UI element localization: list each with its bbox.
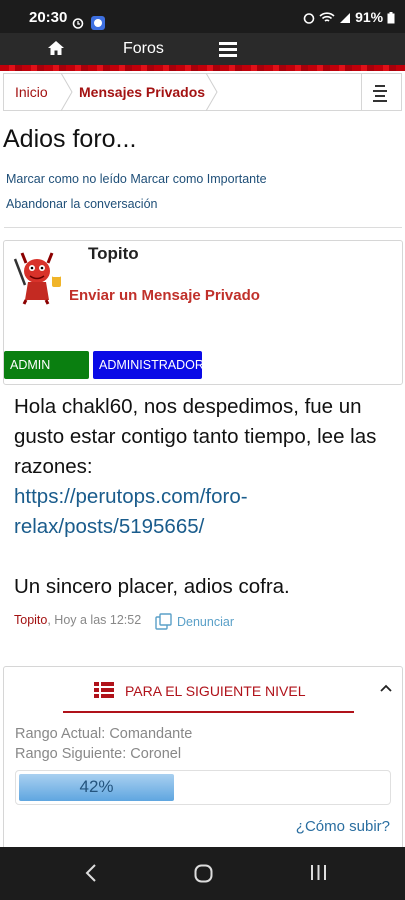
rank-progress-bar: 42% bbox=[15, 770, 391, 805]
post-body: Hola chakl60, nos despedimos, fue un gus… bbox=[14, 392, 394, 602]
post-timestamp: , Hoy a las 12:52 bbox=[47, 613, 142, 627]
chevron-right-icon bbox=[60, 73, 73, 111]
badge-administrator: ADMINISTRADOR bbox=[93, 351, 204, 379]
alarm-icon bbox=[72, 17, 84, 29]
battery-level: 91% bbox=[355, 9, 384, 25]
back-icon[interactable] bbox=[85, 864, 97, 882]
post-author[interactable]: Topito bbox=[14, 613, 47, 627]
mark-unread-link[interactable]: Marcar como no leído bbox=[6, 172, 127, 186]
report-icon bbox=[155, 613, 172, 630]
report-button[interactable]: Denunciar bbox=[155, 613, 234, 630]
chevron-up-icon[interactable] bbox=[380, 683, 392, 693]
chevron-right-icon bbox=[205, 73, 218, 111]
leave-conversation-link[interactable]: Abandonar la conversación bbox=[6, 197, 158, 211]
breadcrumb-home[interactable]: Inicio bbox=[15, 84, 48, 100]
breadcrumb-menu-button[interactable] bbox=[361, 74, 402, 110]
home-icon[interactable] bbox=[47, 40, 65, 56]
rank-progress-label: 42% bbox=[79, 777, 114, 796]
rank-panel: PARA EL SIGUIENTE NIVEL Rango Actual: Co… bbox=[3, 666, 403, 856]
battery-icon bbox=[387, 12, 395, 24]
post-meta: Topito, Hoy a las 12:52 bbox=[14, 613, 141, 627]
wifi-icon bbox=[319, 12, 335, 22]
list-icon bbox=[94, 682, 114, 698]
username[interactable]: Topito bbox=[88, 244, 139, 264]
app-navbar: Foros bbox=[0, 33, 405, 65]
post-text: Hola chakl60, nos despedimos, fue un gus… bbox=[14, 395, 377, 478]
home-button-icon[interactable] bbox=[194, 864, 213, 883]
recents-icon[interactable] bbox=[310, 864, 327, 881]
divider bbox=[4, 227, 402, 228]
nav-title[interactable]: Foros bbox=[123, 40, 164, 58]
app-notification-icon bbox=[91, 15, 106, 30]
page-title: Adios foro... bbox=[3, 125, 137, 153]
post-link[interactable]: https://perutops.com/foro-relax/posts/51… bbox=[14, 482, 394, 542]
send-private-message-link[interactable]: Enviar un Mensaje Privado bbox=[69, 287, 260, 304]
mark-important-link[interactable]: Marcar como Importante bbox=[130, 172, 266, 186]
rank-panel-title: PARA EL SIGUIENTE NIVEL bbox=[125, 683, 306, 699]
status-bar: 20:30 91% bbox=[0, 0, 405, 33]
avatar[interactable] bbox=[12, 249, 64, 305]
system-nav-bar bbox=[0, 847, 405, 900]
rank-title-underline bbox=[63, 711, 354, 713]
post-closing-text: Un sincero placer, adios cofra. bbox=[14, 575, 290, 598]
user-card: Topito Enviar un Mensaje Privado ADMIN T… bbox=[3, 240, 403, 400]
clock: 20:30 bbox=[29, 9, 68, 26]
header-stripe bbox=[0, 65, 405, 71]
alarm-icon bbox=[304, 13, 315, 25]
report-label: Denunciar bbox=[177, 615, 234, 629]
signal-icon bbox=[340, 13, 351, 24]
breadcrumb-private-messages[interactable]: Mensajes Privados bbox=[79, 84, 205, 100]
breadcrumb: Inicio Mensajes Privados bbox=[3, 73, 402, 111]
badge-admin-tech: ADMIN TECH bbox=[4, 351, 89, 400]
hamburger-icon[interactable] bbox=[219, 42, 237, 60]
how-to-level-up-link[interactable]: ¿Cómo subir? bbox=[296, 818, 390, 835]
next-rank: Rango Siguiente: Coronel bbox=[15, 746, 182, 762]
current-rank: Rango Actual: Comandante bbox=[15, 726, 193, 742]
